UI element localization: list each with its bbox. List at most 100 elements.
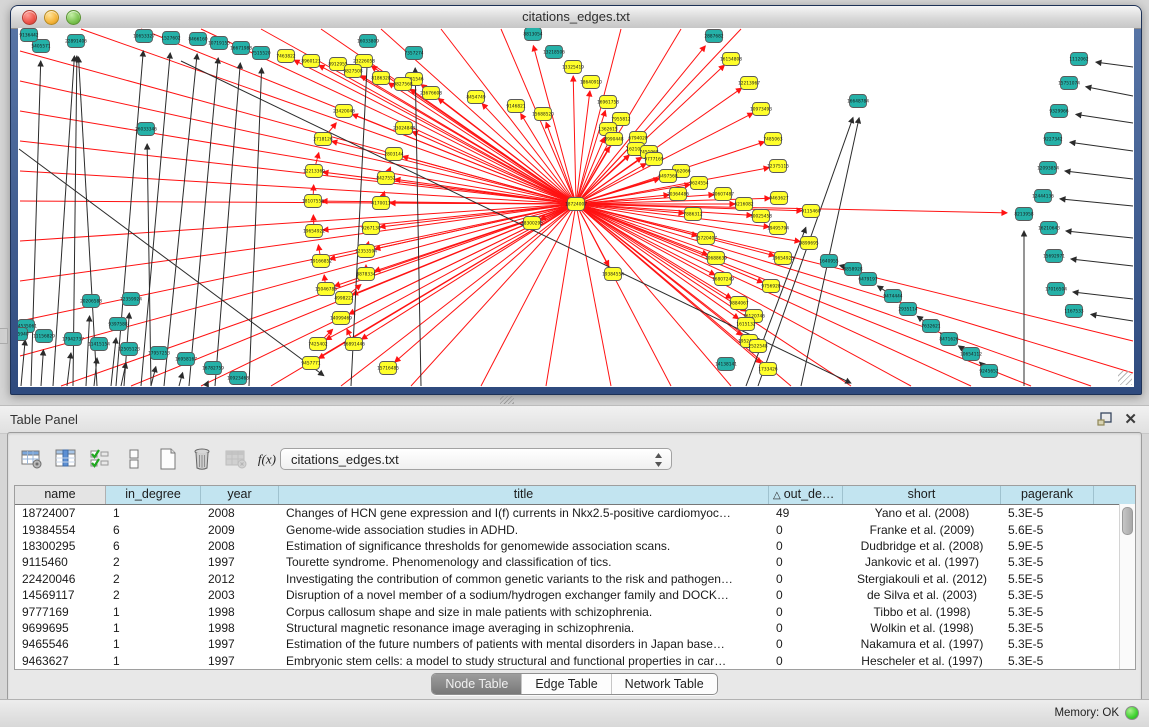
graph-node[interactable]: 6497568 [658,170,677,183]
citation-network-graph[interactable]: 5405571228914061065332715276028466160107… [18,28,1134,387]
collapsed-panel-handle[interactable] [0,328,8,344]
graph-node[interactable]: 18107554 [302,195,324,208]
graph-node[interactable]: 12353594 [355,245,377,258]
table-row[interactable]: 969969511998Structural magnetic resonanc… [15,620,1135,636]
graph-node[interactable]: 19495794 [767,222,789,235]
table-row[interactable]: 911546021997Tourette syndrome. Phenomeno… [15,554,1135,570]
graph-node[interactable]: 10719155 [208,37,230,50]
graph-node[interactable]: 10654112 [960,348,982,361]
graph-node[interactable]: 16958167 [175,353,197,366]
merge-rows-button[interactable] [120,444,148,474]
graph-node[interactable]: 17016504 [1045,283,1067,296]
graph-node[interactable]: 8454749 [466,91,485,104]
graph-node[interactable]: 9827508 [343,65,362,78]
table-row[interactable]: 1938455462009Genome-wide association stu… [15,521,1135,537]
graph-node[interactable]: 12444136 [1032,190,1054,203]
graph-node[interactable]: 7515520 [251,47,270,60]
column-header-in_degree[interactable]: in_degree [106,486,201,504]
table-row[interactable]: 977716911998Corpus callosum shape and si… [15,603,1135,619]
close-panel-icon[interactable]: ✕ [1124,410,1137,428]
graph-node[interactable]: 1733426 [758,363,777,376]
column-header-pagerank[interactable]: pagerank [1001,486,1094,504]
column-header-year[interactable]: year [201,486,279,504]
graph-node[interactable]: 6216082 [734,198,753,211]
graph-node[interactable]: 8878334 [356,268,375,281]
graph-node[interactable]: 19166852 [310,255,332,268]
graph-node[interactable]: 9457771 [301,357,320,370]
graph-node[interactable]: 9267130 [361,222,380,235]
graph-node[interactable]: 10973493 [750,103,772,116]
graph-node[interactable]: 2522548 [748,340,767,353]
graph-node[interactable]: 9463627 [769,192,788,205]
graph-node[interactable]: 8471626 [939,333,958,346]
graph-node[interactable]: 4998222 [334,292,353,305]
show-columns-button[interactable] [52,444,80,474]
graph-node[interactable]: 7357274 [404,47,423,60]
graph-node[interactable]: 1615132 [736,318,755,331]
graph-node[interactable]: 8990448 [604,133,623,146]
table-row[interactable]: 1456911722003Disruption of a novel membe… [15,587,1135,603]
graph-node[interactable]: 12213967 [738,77,760,90]
graph-node[interactable]: 10025458 [750,210,772,223]
graph-node[interactable]: 20206588 [80,295,102,308]
graph-node[interactable]: 10607487 [712,188,734,201]
graph-node[interactable]: 2935114 [898,303,917,316]
graph-node[interactable]: 22891406 [65,35,87,48]
graph-node[interactable]: 12213369 [303,165,325,178]
graph-node[interactable]: 10653327 [133,30,155,43]
graph-node[interactable]: 23676608 [420,87,442,100]
column-header-short[interactable]: short [843,486,1001,504]
graph-node[interactable]: 9624554 [689,177,708,190]
tab-node-table[interactable]: Node Table [432,674,521,694]
table-row[interactable]: 946554611997Estimation of the future num… [15,636,1135,652]
graph-node[interactable]: 8427552 [376,172,395,185]
graph-node[interactable]: 9899695 [799,237,818,250]
graph-node[interactable]: 12359924 [120,293,142,306]
graph-node[interactable]: 15751074 [1058,77,1080,90]
graph-node[interactable]: 16891446 [343,338,365,351]
graph-node[interactable]: 2718126 [313,133,332,146]
graph-node[interactable]: 23024848 [393,122,415,135]
graph-node[interactable]: 15692971 [1043,250,1065,263]
graph-node[interactable]: 16210643 [1038,222,1060,235]
tab-network-table[interactable]: Network Table [611,674,717,694]
split-pane-handle[interactable] [500,396,514,404]
graph-node[interactable]: 13218506 [543,46,565,59]
table-row[interactable]: 2242004622012Investigating the contribut… [15,571,1135,587]
graph-node[interactable]: 16154808 [720,53,742,66]
graph-node[interactable]: 15720407 [695,232,717,245]
graph-node[interactable]: 18724007 [565,198,587,211]
table-settings-button[interactable] [18,444,46,474]
graph-node[interactable]: 1167533 [1064,305,1083,318]
graph-node[interactable]: 1112062 [1069,53,1088,66]
column-header-out_de[interactable]: △out_de… [769,486,843,504]
graph-node[interactable]: 9474444 [883,290,902,303]
table-selector-dropdown[interactable]: citations_edges.txt [280,448,672,470]
graph-node[interactable]: 7632621 [921,320,940,333]
graph-node[interactable]: 13325419 [562,61,584,74]
import-table-disabled-button[interactable] [222,444,250,474]
graph-node[interactable]: 14099469 [330,312,352,325]
graph-node[interactable]: 4170011 [371,197,390,210]
graph-node[interactable]: 16782759 [202,362,224,375]
graph-node[interactable]: 9115460 [801,205,820,218]
graph-node[interactable]: 9329966 [1049,105,1068,118]
graph-node[interactable]: 12375115 [767,160,789,173]
graph-node[interactable]: 9884067 [729,297,748,310]
graph-node[interactable]: 9136442 [19,29,38,42]
network-canvas[interactable]: 5405571228914061065332715276028466160107… [18,28,1134,387]
graph-node[interactable]: 6479197 [858,273,877,286]
graph-node[interactable]: 9146821 [506,100,525,113]
graph-node[interactable]: 10688639 [705,252,727,265]
window-resize-grip[interactable] [1118,371,1132,385]
graph-node[interactable]: 12505123 [118,343,140,356]
graph-node[interactable]: 9227342 [1043,133,1062,146]
select-all-columns-button[interactable] [86,444,114,474]
table-row[interactable]: 1830029562008Estimation of significance … [15,538,1135,554]
graph-node[interactable]: 9777169 [644,153,663,166]
graph-node[interactable]: 19654922 [303,225,325,238]
graph-node[interactable]: 19384554 [602,268,624,281]
graph-node[interactable]: 19654923 [772,252,794,265]
graph-node[interactable]: 12093854 [1037,162,1059,175]
graph-node[interactable]: 11415154 [88,338,110,351]
